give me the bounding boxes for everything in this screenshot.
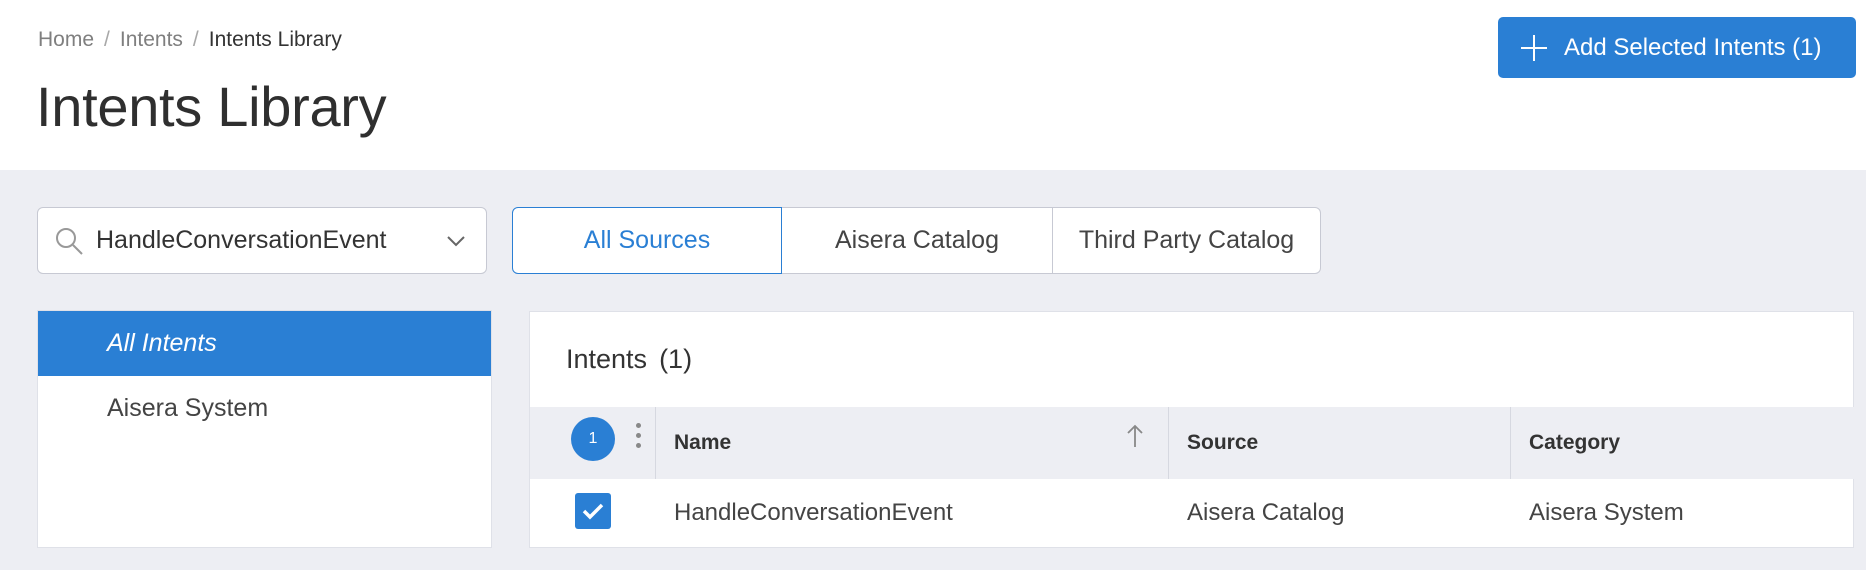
tab-aisera-catalog[interactable]: Aisera Catalog xyxy=(782,207,1053,274)
sidebar-item-aisera-system[interactable]: Aisera System xyxy=(38,376,491,441)
column-header-name[interactable]: Name xyxy=(674,407,731,479)
plus-icon xyxy=(1521,34,1547,61)
page-header: Home / Intents / Intents Library Intents… xyxy=(0,0,1866,170)
row-checkbox[interactable] xyxy=(575,493,611,529)
row-name: HandleConversationEvent xyxy=(674,499,953,526)
page-title: Intents Library xyxy=(36,75,387,138)
panel-title-text: Intents xyxy=(566,344,648,374)
column-divider xyxy=(1510,407,1511,479)
breadcrumb-current: Intents Library xyxy=(208,28,342,51)
breadcrumb-separator: / xyxy=(192,28,199,51)
search-icon xyxy=(54,226,84,256)
table-row[interactable]: HandleConversationEvent Aisera Catalog A… xyxy=(530,479,1855,547)
row-source: Aisera Catalog xyxy=(1187,499,1345,526)
column-divider xyxy=(655,407,656,479)
column-header-category[interactable]: Category xyxy=(1529,407,1620,479)
tab-third-party-catalog[interactable]: Third Party Catalog xyxy=(1053,207,1321,274)
column-divider xyxy=(1168,407,1169,479)
checkmark-icon xyxy=(582,503,604,520)
panel-title: Intents (1) xyxy=(566,344,692,375)
panel-title-count: (1) xyxy=(659,344,693,374)
row-category: Aisera System xyxy=(1529,499,1684,526)
more-options-icon[interactable] xyxy=(636,423,641,448)
column-header-source[interactable]: Source xyxy=(1187,407,1258,479)
breadcrumb: Home / Intents / Intents Library xyxy=(38,28,342,52)
source-tabs: All Sources Aisera Catalog Third Party C… xyxy=(512,207,1321,274)
tab-all-sources[interactable]: All Sources xyxy=(512,207,782,274)
breadcrumb-home[interactable]: Home xyxy=(38,28,94,52)
chevron-down-icon[interactable] xyxy=(446,235,466,247)
add-selected-intents-label: Add Selected Intents (1) xyxy=(1564,33,1822,61)
intents-panel: Intents (1) 1 Name Source Category Handl… xyxy=(529,311,1855,548)
add-selected-intents-button[interactable]: Add Selected Intents (1) xyxy=(1498,17,1856,78)
sort-ascending-icon[interactable] xyxy=(1126,423,1144,449)
intent-search-select[interactable]: HandleConversationEvent xyxy=(37,207,487,274)
selected-count-badge: 1 xyxy=(571,417,615,461)
breadcrumb-intents[interactable]: Intents xyxy=(120,28,183,52)
search-value[interactable]: HandleConversationEvent xyxy=(96,226,446,255)
table-header: 1 Name Source Category xyxy=(530,407,1855,479)
category-sidebar: All Intents Aisera System xyxy=(37,310,492,548)
sidebar-item-all-intents[interactable]: All Intents xyxy=(38,311,491,376)
breadcrumb-separator: / xyxy=(104,28,110,51)
